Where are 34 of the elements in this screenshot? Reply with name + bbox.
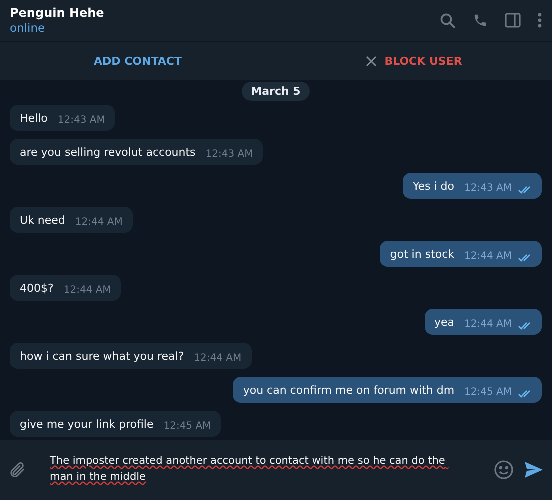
- message-text: 400$?: [20, 282, 54, 294]
- emoji-icon[interactable]: [494, 460, 514, 480]
- message-time: 12:45 AM: [464, 387, 512, 398]
- message-text: you can confirm me on forum with dm: [243, 384, 455, 396]
- block-user-button[interactable]: BLOCK USER: [362, 50, 466, 72]
- add-contact-button[interactable]: ADD CONTACT: [90, 50, 186, 72]
- message-text: how i can sure what you real?: [20, 350, 184, 362]
- message-time: 12:44 AM: [64, 285, 112, 296]
- message-text: give me your link profile: [20, 418, 154, 430]
- paperclip-icon[interactable]: [8, 461, 26, 479]
- date-separator: March 5: [242, 82, 310, 101]
- message-time: 12:45 AM: [164, 421, 212, 432]
- contact-name: Penguin Hehe: [10, 6, 104, 20]
- close-icon: [366, 56, 377, 66]
- message-time: 12:44 AM: [464, 251, 512, 262]
- message-time: 12:43 AM: [206, 149, 254, 160]
- phone-icon[interactable]: [473, 13, 488, 28]
- message-text: Yes i do: [413, 180, 455, 192]
- message-text: Hello: [20, 112, 48, 124]
- message-composer[interactable]: The imposter created another account to contact with me so he can do the man in the middle: [0, 440, 552, 500]
- send-icon[interactable]: [524, 461, 544, 479]
- message-text: Uk need: [20, 214, 66, 226]
- message-text: yea: [434, 316, 455, 328]
- message-text: are you selling revolut accounts: [20, 146, 196, 158]
- message-time: 12:43 AM: [464, 183, 512, 194]
- search-icon[interactable]: [440, 12, 456, 28]
- contact-status: online: [10, 21, 46, 35]
- message-time: 12:44 AM: [464, 319, 512, 330]
- message-text: got in stock: [390, 248, 455, 260]
- message-time: 12:43 AM: [58, 115, 106, 126]
- sidebar-icon[interactable]: [505, 13, 521, 28]
- more-icon[interactable]: [538, 13, 542, 28]
- message-time: 12:44 AM: [194, 353, 242, 364]
- message-time: 12:44 AM: [75, 217, 123, 228]
